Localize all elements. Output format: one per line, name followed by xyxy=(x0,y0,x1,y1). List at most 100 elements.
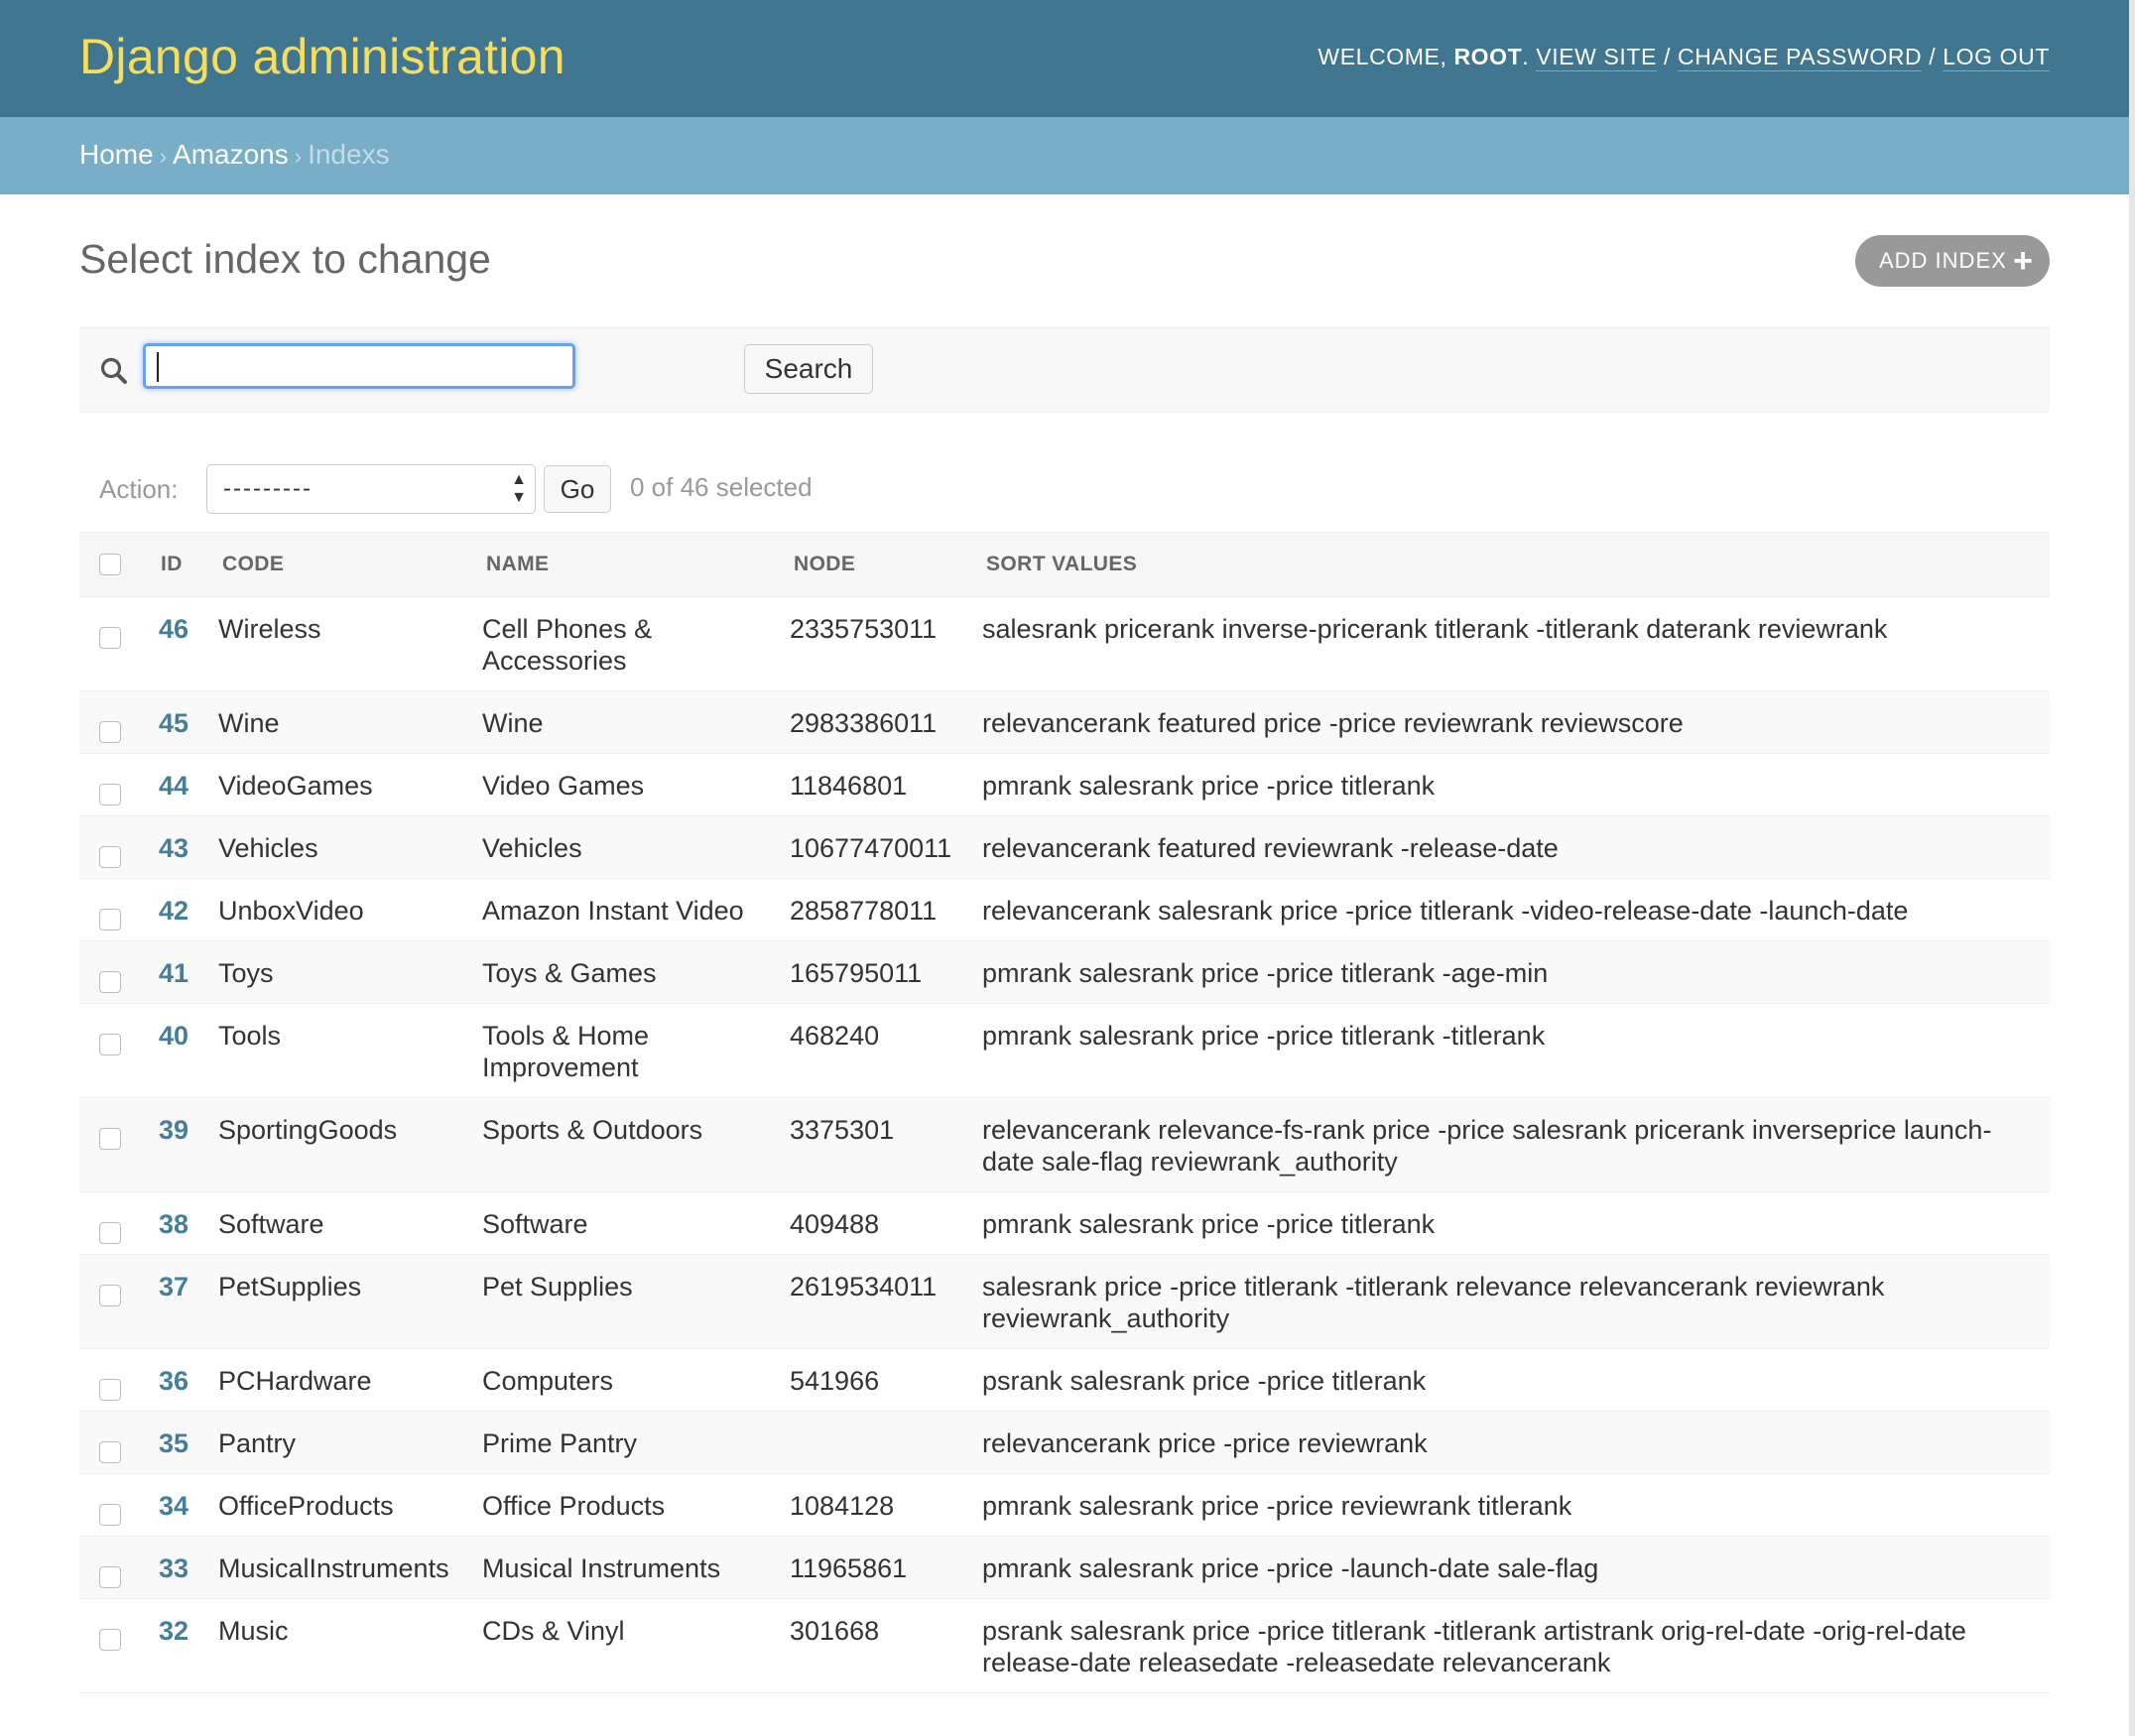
row-checkbox[interactable] xyxy=(99,1565,121,1588)
table-row: 36 PCHardware Computers 541966 psrank salesr… xyxy=(79,1348,2050,1412)
cell-code: Wine xyxy=(218,690,482,754)
row-checkbox[interactable] xyxy=(99,1440,121,1463)
cell-code: VideoGames xyxy=(218,753,482,816)
cell-name: Pet Supplies xyxy=(482,1254,790,1349)
cell-sort-values: psrank salesrank price -price titlerank xyxy=(982,1348,2050,1412)
row-checkbox[interactable] xyxy=(99,1221,121,1244)
row-checkbox[interactable] xyxy=(99,1033,121,1055)
cell-sort-values: pmrank salesrank price -price titlerank … xyxy=(982,940,2050,1004)
go-button[interactable]: Go xyxy=(544,465,611,513)
row-id-link[interactable]: 37 xyxy=(159,1272,188,1302)
row-checkbox-cell xyxy=(79,1598,159,1693)
cell-code: PCHardware xyxy=(218,1348,482,1412)
column-header-node[interactable]: Node xyxy=(790,532,982,597)
row-checkbox[interactable] xyxy=(99,783,121,806)
select-all-checkbox[interactable] xyxy=(99,554,121,576)
table-row: 32 Music CDs & Vinyl 301668 psrank salesrank… xyxy=(79,1598,2050,1693)
cell-id: 43 xyxy=(159,815,218,879)
row-id-link[interactable]: 45 xyxy=(159,708,188,738)
row-id-link[interactable]: 35 xyxy=(159,1428,188,1458)
cell-code: Pantry xyxy=(218,1411,482,1474)
cell-sort-values: pmrank salesrank price -price titlerank xyxy=(982,1191,2050,1255)
add-index-button[interactable]: Add index + xyxy=(1855,235,2050,287)
row-checkbox[interactable] xyxy=(99,1378,121,1401)
row-checkbox[interactable] xyxy=(99,720,121,743)
cell-id: 41 xyxy=(159,940,218,1004)
cell-name: Office Products xyxy=(482,1473,790,1537)
row-checkbox-cell xyxy=(79,596,159,691)
row-id-link[interactable]: 40 xyxy=(159,1021,188,1051)
cell-id: 45 xyxy=(159,690,218,754)
change-password-link[interactable]: Change password xyxy=(1678,44,1923,71)
column-header-name[interactable]: Name xyxy=(482,532,790,597)
row-id-link[interactable]: 38 xyxy=(159,1209,188,1239)
cell-id: 40 xyxy=(159,1003,218,1098)
table-row: 38 Software Software 409488 pmrank salesrank… xyxy=(79,1191,2050,1255)
search-button[interactable]: Search xyxy=(744,344,873,394)
row-checkbox[interactable] xyxy=(99,970,121,993)
row-id-link[interactable]: 32 xyxy=(159,1616,188,1646)
cell-node: 11965861 xyxy=(790,1536,982,1599)
action-label: Action: xyxy=(99,474,179,504)
cell-node: 409488 xyxy=(790,1191,982,1255)
row-checkbox-cell xyxy=(79,878,159,941)
breadcrumb-app[interactable]: Amazons xyxy=(173,139,289,170)
row-checkbox-cell xyxy=(79,1097,159,1192)
cell-id: 35 xyxy=(159,1411,218,1474)
table-row: 45 Wine Wine 2983386011 relevancerank featur… xyxy=(79,690,2050,754)
breadcrumb-home[interactable]: Home xyxy=(79,139,154,170)
cell-sort-values: salesrank price -price titlerank -titler… xyxy=(982,1254,2050,1349)
row-checkbox[interactable] xyxy=(99,1628,121,1651)
row-checkbox-cell xyxy=(79,1473,159,1537)
row-id-link[interactable]: 44 xyxy=(159,771,188,801)
row-checkbox-cell xyxy=(79,1411,159,1474)
cell-name: Video Games xyxy=(482,753,790,816)
cell-id: 42 xyxy=(159,878,218,941)
window-edge xyxy=(2129,0,2135,1736)
column-header-id[interactable]: ID xyxy=(159,532,218,597)
cell-name: Software xyxy=(482,1191,790,1255)
log-out-link[interactable]: Log out xyxy=(1943,44,2050,71)
cell-name: Amazon Instant Video xyxy=(482,878,790,941)
row-checkbox-cell xyxy=(79,815,159,879)
user-tools: Welcome, root. View site / Change password… xyxy=(1318,44,2050,71)
row-id-link[interactable]: 33 xyxy=(159,1553,188,1583)
table-row: 46 Wireless Cell Phones & Accessories 23357… xyxy=(79,596,2050,691)
row-checkbox[interactable] xyxy=(99,626,121,649)
row-id-link[interactable]: 42 xyxy=(159,896,188,926)
cell-code: Music xyxy=(218,1598,482,1693)
row-id-link[interactable]: 46 xyxy=(159,614,188,644)
row-id-link[interactable]: 36 xyxy=(159,1366,188,1396)
row-id-link[interactable]: 41 xyxy=(159,958,188,988)
view-site-link[interactable]: View site xyxy=(1536,44,1657,71)
cell-id: 44 xyxy=(159,753,218,816)
row-checkbox[interactable] xyxy=(99,1503,121,1526)
cell-sort-values: relevancerank relevance-fs-rank price -p… xyxy=(982,1097,2050,1192)
column-header-code[interactable]: Code xyxy=(218,532,482,597)
action-select[interactable]: --------- ▲ ▼ xyxy=(206,464,536,514)
cell-code: SportingGoods xyxy=(218,1097,482,1192)
row-checkbox-cell xyxy=(79,1536,159,1599)
cell-sort-values: pmrank salesrank price -price titlerank xyxy=(982,753,2050,816)
row-checkbox[interactable] xyxy=(99,845,121,868)
actions-bar: Action: --------- ▲ ▼ Go 0 of 46 selected xyxy=(79,458,2050,526)
cell-id: 46 xyxy=(159,596,218,691)
row-checkbox[interactable] xyxy=(99,1127,121,1150)
row-id-link[interactable]: 34 xyxy=(159,1491,188,1521)
cell-code: PetSupplies xyxy=(218,1254,482,1349)
row-checkbox[interactable] xyxy=(99,1284,121,1306)
search-input[interactable] xyxy=(143,343,575,389)
add-index-label: Add index xyxy=(1879,248,2007,273)
cell-id: 37 xyxy=(159,1254,218,1349)
column-header-sort-values[interactable]: Sort values xyxy=(982,532,2050,597)
breadcrumb-separator: › xyxy=(294,144,303,169)
cell-node: 10677470011 xyxy=(790,815,982,879)
table-row: 43 Vehicles Vehicles 10677470011 relevancera… xyxy=(79,815,2050,879)
row-checkbox[interactable] xyxy=(99,908,121,930)
username: root xyxy=(1453,44,1523,69)
cell-id: 36 xyxy=(159,1348,218,1412)
page-title: Select index to change xyxy=(79,236,491,282)
row-id-link[interactable]: 43 xyxy=(159,833,188,863)
row-id-link[interactable]: 39 xyxy=(159,1115,188,1145)
site-name[interactable]: Django administration xyxy=(79,28,565,85)
